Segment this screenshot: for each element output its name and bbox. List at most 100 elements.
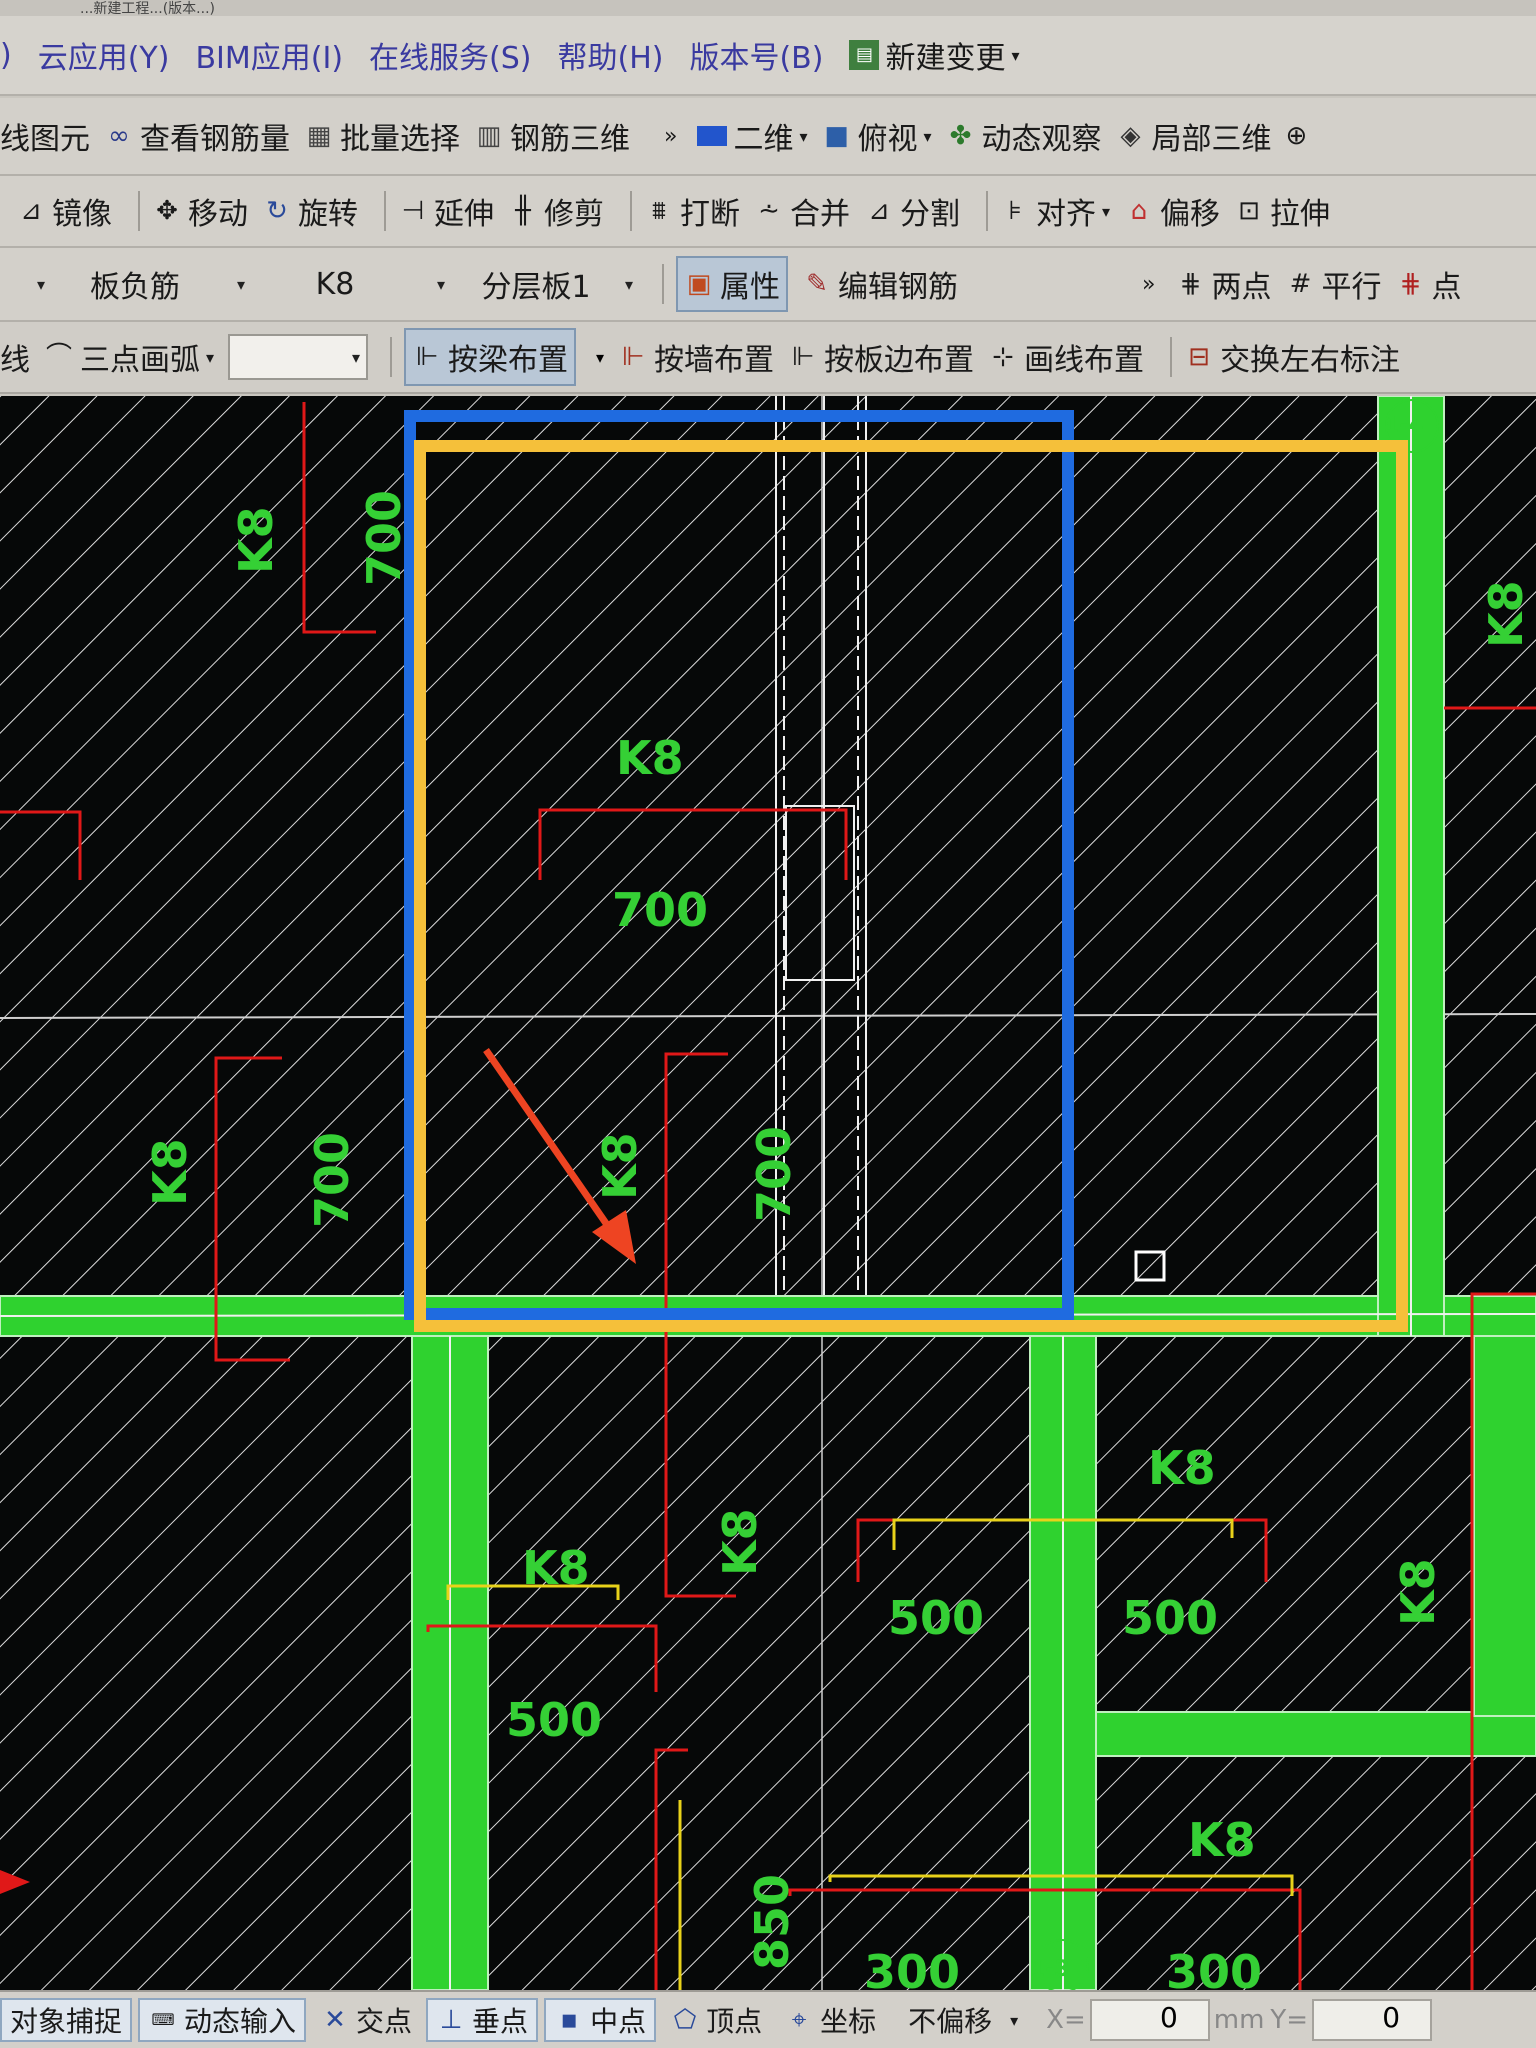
rebar-label: 700 <box>747 1126 801 1222</box>
swap-labels-label: 交换左右标注 <box>1220 343 1401 378</box>
drawing-canvas[interactable]: K8 700 K8 700 K8 700 K8 700 K8 K8 500 K8… <box>0 396 1536 1990</box>
parallel-button[interactable]: # 平行 <box>1285 262 1382 306</box>
stretch-button[interactable]: ⊡ 拉伸 <box>1234 189 1330 233</box>
toolbar-separator <box>390 337 393 377</box>
offset-icon: ⌂ <box>1130 196 1148 226</box>
vertex-icon: ⬠ <box>673 2005 697 2035</box>
toolbar-separator <box>986 191 988 231</box>
vertex-snap[interactable]: ⬠ 顶点 <box>662 1998 770 2042</box>
local-3d-label: 局部三维 <box>1151 122 1272 157</box>
dynamic-view-button[interactable]: ✤ 动态观察 <box>946 114 1102 158</box>
layer-select[interactable]: ▾ 分层板1 ▾ <box>430 261 640 307</box>
chevron-down-icon: ▾ <box>1010 2010 1019 2030</box>
coordinate-label: 坐标 <box>820 2005 877 2038</box>
x-coordinate-input[interactable]: 0 <box>1089 1999 1210 2041</box>
offset-button[interactable]: ⌂ 偏移 <box>1124 189 1220 233</box>
two-points-button[interactable]: ⋕ 两点 <box>1175 262 1272 306</box>
rotate-icon: ↻ <box>266 196 288 226</box>
offset-mode-select[interactable]: 不偏移 ▾ <box>900 1998 1026 2042</box>
view-rebar-quantity-button[interactable]: ∞ 查看钢筋量 <box>104 114 290 158</box>
by-beam-button[interactable]: ⊩ 按梁布置 <box>404 328 577 386</box>
by-wall-icon: ⊩ <box>621 342 645 372</box>
extend-label: 延伸 <box>434 197 494 232</box>
menu-item-bim[interactable]: BIM应用(I) <box>195 33 343 77</box>
by-wall-button[interactable]: ⊩ 按墙布置 <box>618 335 774 379</box>
perpendicular-snap[interactable]: ⊥ 垂点 <box>426 1998 539 2042</box>
menu-item-version[interactable]: 版本号(B) <box>689 33 823 77</box>
dynamic-input-icon: ⌨ <box>151 2010 175 2029</box>
rebar-label: 500 <box>506 1693 602 1747</box>
rebar-label: 500 <box>1122 1591 1218 1645</box>
view-mode-dropdown[interactable]: 二维 ▾ <box>697 114 808 158</box>
rebar-label: K8 <box>713 1508 767 1576</box>
coordinate-snap[interactable]: ⌖ 坐标 <box>776 1998 884 2042</box>
mirror-button[interactable]: ⊿ 镜像 <box>16 189 112 233</box>
chevron-down-icon[interactable]: ▾ <box>596 348 604 367</box>
properties-button[interactable]: ▣ 属性 <box>676 256 788 312</box>
break-button[interactable]: ⩩ 打断 <box>644 189 740 233</box>
line-button[interactable]: 线 <box>0 335 30 379</box>
perpendicular-label: 垂点 <box>472 2005 529 2038</box>
two-points-label: 两点 <box>1211 270 1272 305</box>
menu-item-cloud[interactable]: 云应用(Y) <box>38 33 170 77</box>
local-3d-button[interactable]: ◈ 局部三维 <box>1116 114 1272 158</box>
arc-option-select[interactable]: ▾ <box>228 334 369 380</box>
three-point-arc-button[interactable]: ⌒ 三点画弧 ▾ <box>44 335 214 379</box>
properties-icon: ▣ <box>686 269 712 299</box>
y-coordinate-input[interactable]: 0 <box>1312 1999 1433 2041</box>
arc-icon: ⌒ <box>45 342 72 372</box>
object-snap-toggle[interactable]: 对象捕捉 <box>0 1998 133 2042</box>
rebar-label: K8 <box>1148 1441 1216 1495</box>
by-slab-edge-icon: ⊩ <box>791 342 815 372</box>
edit-rebar-button[interactable]: ✎ 编辑钢筋 <box>802 262 958 306</box>
split-button[interactable]: ⊿ 分割 <box>864 189 960 233</box>
local-3d-icon: ◈ <box>1120 121 1141 151</box>
menu-bar: ) 云应用(Y) BIM应用(I) 在线服务(S) 帮助(H) 版本号(B) ▤… <box>0 16 1536 96</box>
rebar-3d-button[interactable]: ▥ 钢筋三维 <box>474 114 630 158</box>
zoom-icon[interactable]: ⊕ <box>1286 121 1308 151</box>
cad-drawing[interactable]: K8 700 K8 700 K8 700 K8 700 K8 K8 500 K8… <box>0 396 1536 1990</box>
move-button[interactable]: ✥ 移动 <box>152 189 248 233</box>
coordinate-icon: ⌖ <box>791 2005 807 2035</box>
rotate-label: 旋转 <box>298 197 358 232</box>
point-angle-label: 点 <box>1431 270 1462 305</box>
layer-value: 分层板1 <box>481 270 591 305</box>
by-line-button[interactable]: ⊹ 画线布置 <box>988 335 1144 379</box>
toolbar-view: 线图元 ∞ 查看钢筋量 ▦ 批量选择 ▥ 钢筋三维 » 二维 ▾ ■ 俯视 ▾ ✤ 动态观察 … <box>0 98 1536 176</box>
toolbar-element: ▾ 板负筋 ▾ K8 ▾ 分层板1 ▾ ▣ 属性 ✎ 编辑钢筋 » ⋕ 两点 # 平行 ⋕ 点 <box>0 248 1536 322</box>
line-element-button[interactable]: 线图元 <box>0 114 90 158</box>
intersection-snap[interactable]: ✕ 交点 <box>312 1998 420 2042</box>
glasses-icon: ∞ <box>108 121 130 151</box>
midpoint-snap[interactable]: ▪ 中点 <box>544 1998 657 2042</box>
x-label: X= <box>1046 2005 1086 2035</box>
orbit-icon: ✤ <box>949 121 972 151</box>
rebar-label: K8 <box>1479 580 1533 648</box>
align-dropdown[interactable]: ⊧ 对齐 ▾ <box>1000 189 1110 233</box>
point-angle-button[interactable]: ⋕ 点 <box>1395 262 1462 306</box>
menu-item-partial[interactable]: ) <box>0 38 12 73</box>
merge-icon: ⩪ <box>758 196 780 226</box>
projection-label: 俯视 <box>857 122 918 157</box>
new-change-button[interactable]: ▤ 新建变更 ▾ <box>849 33 1019 77</box>
by-slab-edge-button[interactable]: ⊩ 按板边布置 <box>788 335 974 379</box>
menu-item-online-service[interactable]: 在线服务(S) <box>369 33 531 77</box>
toolbar-overflow-chevron[interactable]: » <box>1142 272 1155 297</box>
merge-button[interactable]: ⩪ 合并 <box>754 189 850 233</box>
projection-dropdown[interactable]: ■ 俯视 ▾ <box>822 114 931 158</box>
menu-item-help[interactable]: 帮助(H) <box>557 33 663 77</box>
rotate-button[interactable]: ↻ 旋转 <box>262 189 358 233</box>
dynamic-input-toggle[interactable]: ⌨ 动态输入 <box>138 1998 307 2042</box>
toolbar-modify: ⊿ 镜像 ✥ 移动 ↻ 旋转 ⊣ 延伸 ╫ 修剪 ⩩ 打断 ⩪ 合并 ⊿ 分割 ⊧ 对齐 ▾ ⌂ 偏移… <box>0 176 1536 248</box>
toolbar-separator <box>138 191 140 231</box>
batch-select-button[interactable]: ▦ 批量选择 <box>304 114 460 158</box>
element-type-select[interactable]: ▾ 板负筋 <box>30 261 220 307</box>
trim-button[interactable]: ╫ 修剪 <box>508 189 604 233</box>
rebar-label: 700 <box>305 1132 359 1228</box>
swap-labels-button[interactable]: ⊟ 交换左右标注 <box>1184 335 1400 379</box>
rebar-label: K8 <box>229 506 283 574</box>
toolbar-overflow-chevron[interactable]: » <box>664 124 677 149</box>
extend-button[interactable]: ⊣ 延伸 <box>398 189 494 233</box>
element-name-select[interactable]: ▾ K8 <box>230 261 420 307</box>
parallel-icon: # <box>1289 269 1312 299</box>
swap-labels-icon: ⊟ <box>1188 342 1210 372</box>
